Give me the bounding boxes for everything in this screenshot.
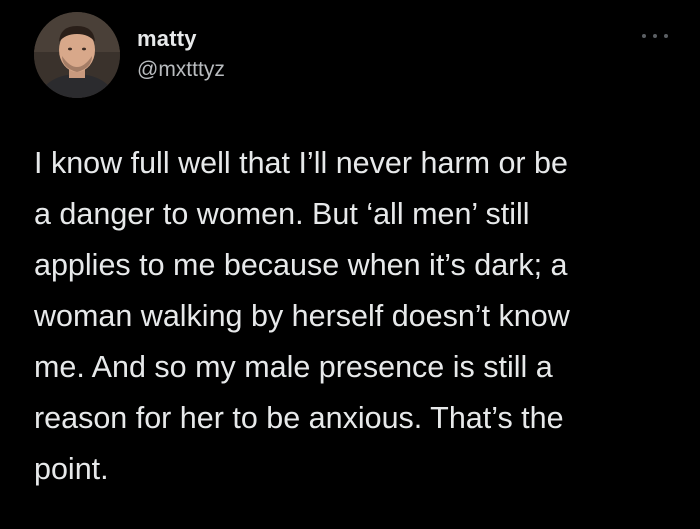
- tweet-text-line: a danger to women. But ‘all men’ still: [34, 197, 530, 231]
- tweet-text-line: applies to me because when it’s dark; a: [34, 248, 568, 282]
- tweet-text-line: me. And so my male presence is still a: [34, 350, 553, 384]
- author-display-name[interactable]: matty: [137, 26, 197, 52]
- tweet-text-line: reason for her to be anxious. That’s the: [34, 401, 564, 435]
- tweet-text: I know full well that I’ll never harm or…: [34, 138, 674, 495]
- author-handle[interactable]: @mxtttyz: [137, 58, 225, 82]
- tweet-text-line: woman walking by herself doesn’t know: [34, 299, 570, 333]
- avatar[interactable]: [34, 12, 120, 98]
- avatar-image: [34, 12, 120, 98]
- more-dot: [642, 34, 646, 38]
- more-options-icon[interactable]: [642, 30, 668, 42]
- more-dot: [664, 34, 668, 38]
- tweet-card: matty @mxtttyz I know full well that I’l…: [0, 0, 700, 529]
- more-dot: [653, 34, 657, 38]
- tweet-text-line: I know full well that I’ll never harm or…: [34, 146, 568, 180]
- tweet-text-line: point.: [34, 452, 109, 486]
